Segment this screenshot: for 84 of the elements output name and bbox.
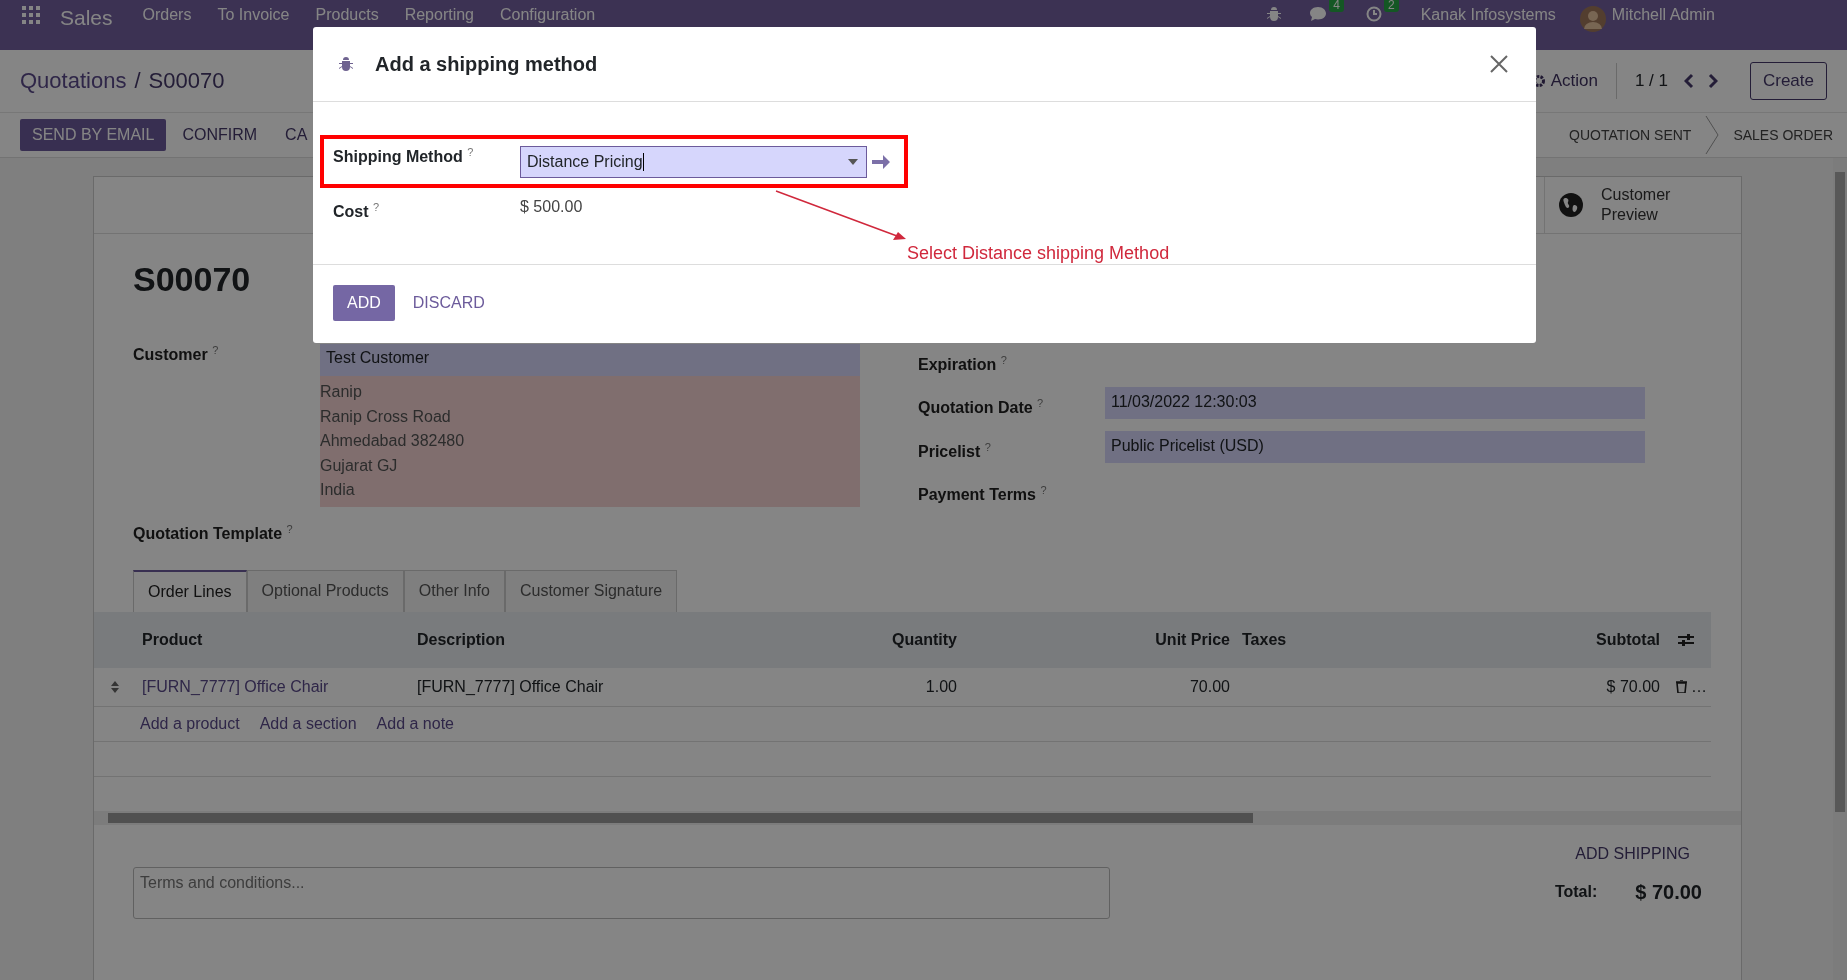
column-header[interactable]: Subtotal [1391,630,1666,649]
dialog-button[interactable]: DISCARD [400,285,497,321]
tab[interactable]: Optional Products [246,569,404,612]
table-cell-text: $ 70.00 [1605,677,1661,696]
menu-item[interactable]: Reporting [404,6,474,24]
tab[interactable]: Other Info [403,569,505,612]
breadcrumb-current: S00070 [148,68,225,94]
previous-icon[interactable] [1683,73,1694,89]
menu-item[interactable]: Orders [142,6,192,24]
breadcrumb-link[interactable]: Quotations [20,68,127,94]
count-badge: 4 [1329,0,1344,12]
apps-menu-icon[interactable] [22,6,40,24]
field-label: Pricelist $^{?}$ [918,439,992,462]
total-label: Total: [1554,883,1598,902]
total-amount: $ 70.00 [1635,880,1702,904]
input-field[interactable]: Public Pricelist (USD) [1105,430,1645,463]
shipping-method-select[interactable]: Distance Pricing [520,145,867,178]
table-cell-text: 1.00 [924,677,958,696]
pager-value: 1 / 1 [1634,71,1668,91]
column-header[interactable]: Description [411,630,688,649]
address-line: Gujarat GJ [320,455,399,476]
horizontal-scrollbar[interactable] [94,810,1741,825]
add-shipping-button[interactable]: ADD SHIPPING [1575,844,1690,863]
field-label: Quotation Template $^{?}$ [133,522,294,543]
trash-icon[interactable] [1676,680,1687,694]
menu-item[interactable]: Products [315,6,379,24]
field-label: Expiration $^{?}$ [918,353,1008,376]
menu-item[interactable]: To Invoice [217,6,290,24]
column-header[interactable]: Taxes [1236,630,1391,649]
terms-field[interactable]: Terms and conditions... [133,866,1110,919]
clock-icon[interactable] [1366,6,1382,22]
action-button[interactable]: Action [1531,71,1598,91]
create-button[interactable]: Create [1749,62,1827,100]
add-line-link[interactable]: Add a note [376,714,454,733]
bug-icon[interactable] [1267,6,1282,22]
globe-icon [1559,193,1583,217]
dialog-title: Add a shipping method [375,52,598,76]
column-settings-icon[interactable] [1678,632,1694,647]
menu-item[interactable]: Configuration [500,6,596,24]
status-step[interactable]: QUOTATION SENT [1555,127,1706,143]
address-line: India [320,480,356,500]
column-header[interactable]: Quantity [688,630,963,649]
add-line-link[interactable]: Add a product [140,714,240,733]
external-link-arrow-icon[interactable] [871,152,891,171]
add-line-link[interactable]: Add a section [259,714,357,733]
field-label: Customer $^{?}$ [133,344,220,366]
more-text: … [1691,677,1707,696]
status-step[interactable]: SALES ORDER [1719,127,1847,143]
breadcrumb-separator: / [134,68,141,94]
app-name[interactable]: Sales [60,6,113,30]
field-label: Cost $^{?}$ [333,200,381,222]
address-line: Ranip Cross Road [320,406,452,427]
customer-field[interactable]: Test Customer [320,344,860,376]
customer-preview-button[interactable]: Customer Preview [1544,177,1741,233]
field-label: Quotation Date $^{?}$ [918,396,1045,419]
drag-handle-icon[interactable] [111,680,119,693]
bug-icon [339,56,353,72]
header-button[interactable]: CONFIRM [170,119,270,151]
chat-icon[interactable] [1309,6,1328,22]
address-line: Ahmedabad 382480 [320,431,466,451]
field-label: Payment Terms $^{?}$ [918,483,1048,506]
order-number: S00070 [133,260,252,299]
count-badge: 2 [1384,0,1399,12]
table-cell-text: [FURN_7777] Office Chair [416,677,605,696]
company-name[interactable]: Kanak Infosystems [1420,6,1556,24]
user-name[interactable]: Mitchell Admin [1611,6,1715,24]
tab[interactable]: Order Lines [133,569,247,612]
avatar-icon[interactable] [1579,6,1606,32]
table-cell-text: [FURN_7777] Office Chair [141,677,330,696]
table-cell-text: 70.00 [1188,677,1231,696]
header-button[interactable]: CA [273,119,320,151]
input-field[interactable]: 11/03/2022 12:30:03 [1105,387,1645,420]
annotation-text: Select Distance shipping Method [907,243,1170,264]
dialog-button[interactable]: ADD [333,285,395,321]
next-icon[interactable] [1707,73,1718,89]
address-line: Ranip [320,382,363,402]
header-button[interactable]: SEND BY EMAIL [20,119,167,151]
column-header[interactable]: Unit Price [963,630,1236,649]
column-header[interactable]: Product [136,630,411,649]
close-icon[interactable] [1490,55,1508,73]
chevron-icon [1705,116,1720,154]
field-label: Shipping Method $^{?}$ [333,145,475,167]
field-value: $ 500.00 [520,197,583,216]
tab[interactable]: Customer Signature [504,569,678,612]
